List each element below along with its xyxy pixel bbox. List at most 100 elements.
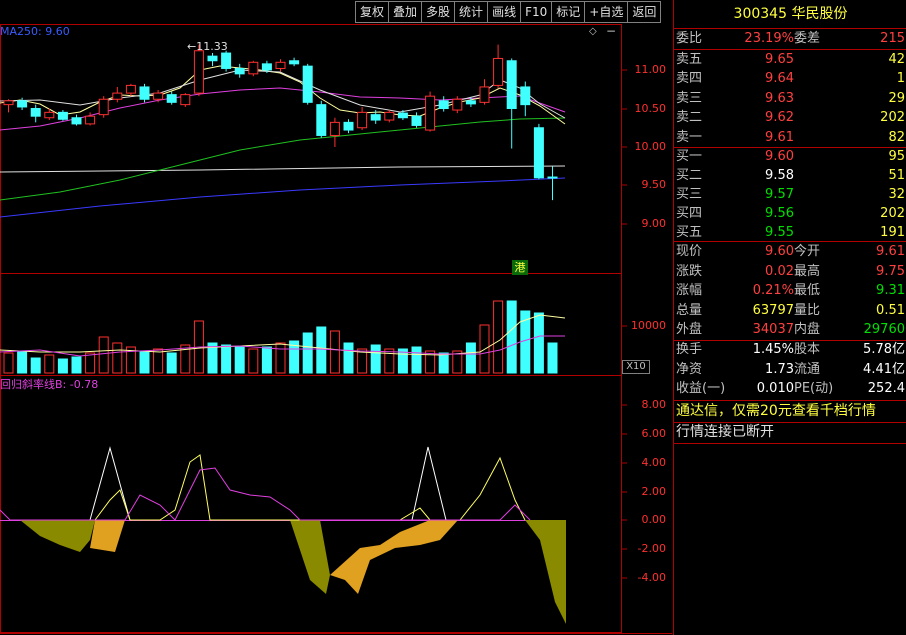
candle-body[interactable] xyxy=(3,100,14,106)
candle-body[interactable] xyxy=(343,121,354,131)
overlay-button[interactable]: 叠加 xyxy=(388,1,423,23)
price-tick: 10.00 xyxy=(634,140,667,153)
candle-body[interactable] xyxy=(85,115,96,125)
draw-line-button[interactable]: 画线 xyxy=(487,1,522,23)
candle-body[interactable] xyxy=(329,121,340,136)
fund-value: 1.73 xyxy=(765,361,794,377)
f10-button[interactable]: F10 xyxy=(520,1,553,23)
restore-rights-button[interactable]: 复权 xyxy=(355,1,390,23)
quote-value: 63797 xyxy=(752,302,794,318)
candle-body[interactable] xyxy=(370,114,381,121)
candle-body[interactable] xyxy=(98,98,109,116)
quote-value: 9.61 xyxy=(876,244,905,259)
candle-body[interactable] xyxy=(425,95,436,131)
quote-label: 总量 xyxy=(676,302,703,318)
ma-flat-line xyxy=(0,165,566,173)
candle-body[interactable] xyxy=(465,100,476,105)
candle-body[interactable] xyxy=(180,94,191,106)
candle-body[interactable] xyxy=(397,112,408,119)
candle-body[interactable] xyxy=(302,65,313,103)
fund-label: 收益(一) xyxy=(676,381,726,396)
candle-body[interactable] xyxy=(153,92,164,100)
minus-icon[interactable]: − xyxy=(606,24,616,38)
volume-scale-button[interactable]: X10 xyxy=(622,360,650,374)
quote-row: 涨幅 0.21% 最低 9.31 xyxy=(674,281,906,301)
volume-bar xyxy=(384,348,395,374)
fund-value: 0.010 xyxy=(756,381,794,396)
bid-volume: 32 xyxy=(888,187,905,202)
bid-row: 买二 9.58 51 xyxy=(674,166,906,186)
candle-body[interactable] xyxy=(493,57,504,86)
candle-body[interactable] xyxy=(71,117,82,125)
back-button[interactable]: 返回 xyxy=(627,1,662,23)
candle-body[interactable] xyxy=(438,100,449,110)
quote-value: 29760 xyxy=(863,322,905,338)
ask-row: 卖一 9.61 82 xyxy=(674,128,906,148)
candle-body[interactable] xyxy=(44,111,55,119)
osc-yellow-line xyxy=(94,454,526,521)
osc-tick: 2.00 xyxy=(641,485,667,498)
candle-body[interactable] xyxy=(248,61,259,75)
candle-body[interactable] xyxy=(289,60,300,65)
volume-bar xyxy=(533,312,544,374)
ma-long-line xyxy=(0,117,566,201)
candle-body[interactable] xyxy=(452,98,463,111)
volume-bar xyxy=(57,358,68,374)
order-ratio-label: 委比 xyxy=(676,31,703,46)
bid-row: 买三 9.57 32 xyxy=(674,185,906,205)
candle-body[interactable] xyxy=(166,94,177,103)
promo-notice[interactable]: 通达信，仅需20元查看千档行情 xyxy=(676,400,876,422)
candle-body[interactable] xyxy=(221,52,232,69)
volume-bar xyxy=(153,348,164,374)
price-tick: 11.00 xyxy=(634,63,667,76)
candle-body[interactable] xyxy=(520,86,531,106)
candle-body[interactable] xyxy=(357,111,368,129)
ask-row: 卖三 9.63 29 xyxy=(674,89,906,109)
ask-label: 卖四 xyxy=(676,71,703,87)
candle-body[interactable] xyxy=(479,86,490,103)
price-tick: 9.00 xyxy=(641,217,667,230)
candle-body[interactable] xyxy=(411,115,422,126)
bid-label: 买二 xyxy=(676,168,703,183)
candle-body[interactable] xyxy=(261,63,272,71)
ask-label: 卖三 xyxy=(676,90,703,106)
multi-stock-button[interactable]: 多股 xyxy=(421,1,456,23)
candle-body[interactable] xyxy=(384,111,395,121)
statistics-button[interactable]: 统计 xyxy=(454,1,489,23)
candle-body[interactable] xyxy=(139,86,150,100)
kline-chart[interactable] xyxy=(0,0,672,635)
candle-body[interactable] xyxy=(275,61,286,69)
ask-label: 卖一 xyxy=(676,129,703,145)
candle-body[interactable] xyxy=(30,108,41,117)
add-watchlist-button[interactable]: +自选 xyxy=(584,1,629,23)
diamond-icon[interactable]: ◇ xyxy=(589,26,597,37)
candle-body[interactable] xyxy=(125,84,136,94)
candle-body[interactable] xyxy=(506,60,517,109)
bid-volume: 51 xyxy=(888,168,905,183)
quote-row: 现价 9.60 今开 9.61 xyxy=(674,242,906,262)
candle-body[interactable] xyxy=(112,92,123,100)
candle-body[interactable] xyxy=(533,127,544,179)
quote-label: 外盘 xyxy=(676,322,703,338)
volume-bar xyxy=(30,357,41,374)
hk-connect-badge: 港 xyxy=(512,260,528,275)
order-ratio-row: 委比 23.19% 委差 215 xyxy=(674,29,906,49)
osc-area-1 xyxy=(0,520,95,552)
candle-body[interactable] xyxy=(193,50,204,94)
candle-body[interactable] xyxy=(234,67,245,75)
quote-value: 0.21% xyxy=(752,283,794,299)
candle-body[interactable] xyxy=(17,100,28,108)
osc-tick: 0.00 xyxy=(641,513,667,526)
volume-bar xyxy=(411,346,422,374)
price-tick: 10.50 xyxy=(634,102,667,115)
osc-tick: -4.00 xyxy=(637,571,666,584)
volume-bar xyxy=(316,326,327,374)
candle-body[interactable] xyxy=(316,104,327,136)
volume-bar xyxy=(438,352,449,374)
ma250-line xyxy=(0,177,566,218)
candle-body[interactable] xyxy=(547,176,558,179)
quote-value: 0.02 xyxy=(765,263,794,279)
mark-button[interactable]: 标记 xyxy=(551,1,586,23)
candle-body[interactable] xyxy=(207,55,218,62)
candle-body[interactable] xyxy=(57,111,68,120)
